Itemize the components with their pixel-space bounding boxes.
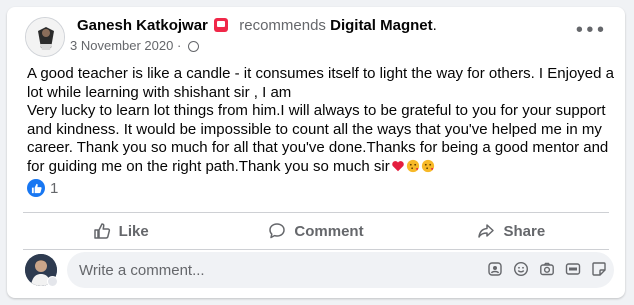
post-body: A good teacher is like a candle - it con… bbox=[27, 65, 617, 176]
action-bar: Like Comment Share bbox=[23, 213, 609, 249]
author-avatar[interactable] bbox=[25, 17, 65, 57]
like-button[interactable]: Like bbox=[23, 213, 218, 249]
gif-icon[interactable] bbox=[565, 261, 581, 277]
face-blowing-kiss-emoji bbox=[421, 159, 434, 172]
emoji-icon[interactable] bbox=[513, 261, 529, 277]
avatar-sticker-icon[interactable] bbox=[487, 261, 503, 277]
reaction-summary[interactable]: 1 bbox=[27, 179, 58, 197]
comment-composer: Write a comment... bbox=[25, 252, 615, 288]
reaction-count: 1 bbox=[50, 179, 59, 197]
globe-icon bbox=[187, 41, 199, 52]
comment-button[interactable]: Comment bbox=[218, 213, 413, 249]
like-label: Like bbox=[118, 222, 149, 240]
page-name-link[interactable]: Digital Magnet bbox=[330, 17, 433, 34]
post-paragraph: Very lucky to learn lot things from him.… bbox=[27, 102, 617, 176]
post-card: Ganesh Katkojwar recommends Digital Magn… bbox=[7, 7, 625, 298]
comment-icon bbox=[269, 223, 286, 239]
share-icon bbox=[478, 224, 495, 238]
like-reaction-icon bbox=[27, 179, 45, 197]
account-switch-chevron-icon[interactable] bbox=[47, 276, 58, 287]
recommendation-badge-icon bbox=[214, 18, 229, 32]
post-date[interactable]: 3 November 2020 bbox=[70, 38, 173, 53]
post-paragraph: A good teacher is like a candle - it con… bbox=[27, 65, 614, 101]
thumbs-up-icon bbox=[93, 223, 110, 239]
divider bbox=[23, 249, 609, 250]
red-heart-emoji bbox=[391, 160, 404, 171]
author-name[interactable]: Ganesh Katkojwar bbox=[77, 17, 208, 34]
camera-icon[interactable] bbox=[539, 261, 555, 277]
meta-separator: · bbox=[176, 38, 182, 53]
post-header-line: Ganesh Katkojwar recommends Digital Magn… bbox=[77, 17, 437, 34]
comment-tools bbox=[487, 261, 607, 277]
post-meta: 3 November 2020 · bbox=[70, 38, 199, 53]
face-blowing-kiss-emoji bbox=[406, 159, 419, 172]
sticker-icon[interactable] bbox=[591, 261, 607, 277]
post-paragraph-text: Very lucky to learn lot things from him.… bbox=[27, 102, 609, 175]
more-options-icon[interactable]: • • • bbox=[576, 20, 604, 40]
share-label: Share bbox=[503, 222, 546, 240]
comment-label: Comment bbox=[294, 222, 364, 240]
share-button[interactable]: Share bbox=[414, 213, 609, 249]
header-period: . bbox=[432, 17, 437, 34]
recommends-text: recommends bbox=[239, 17, 326, 34]
comment-placeholder: Write a comment... bbox=[79, 261, 205, 279]
